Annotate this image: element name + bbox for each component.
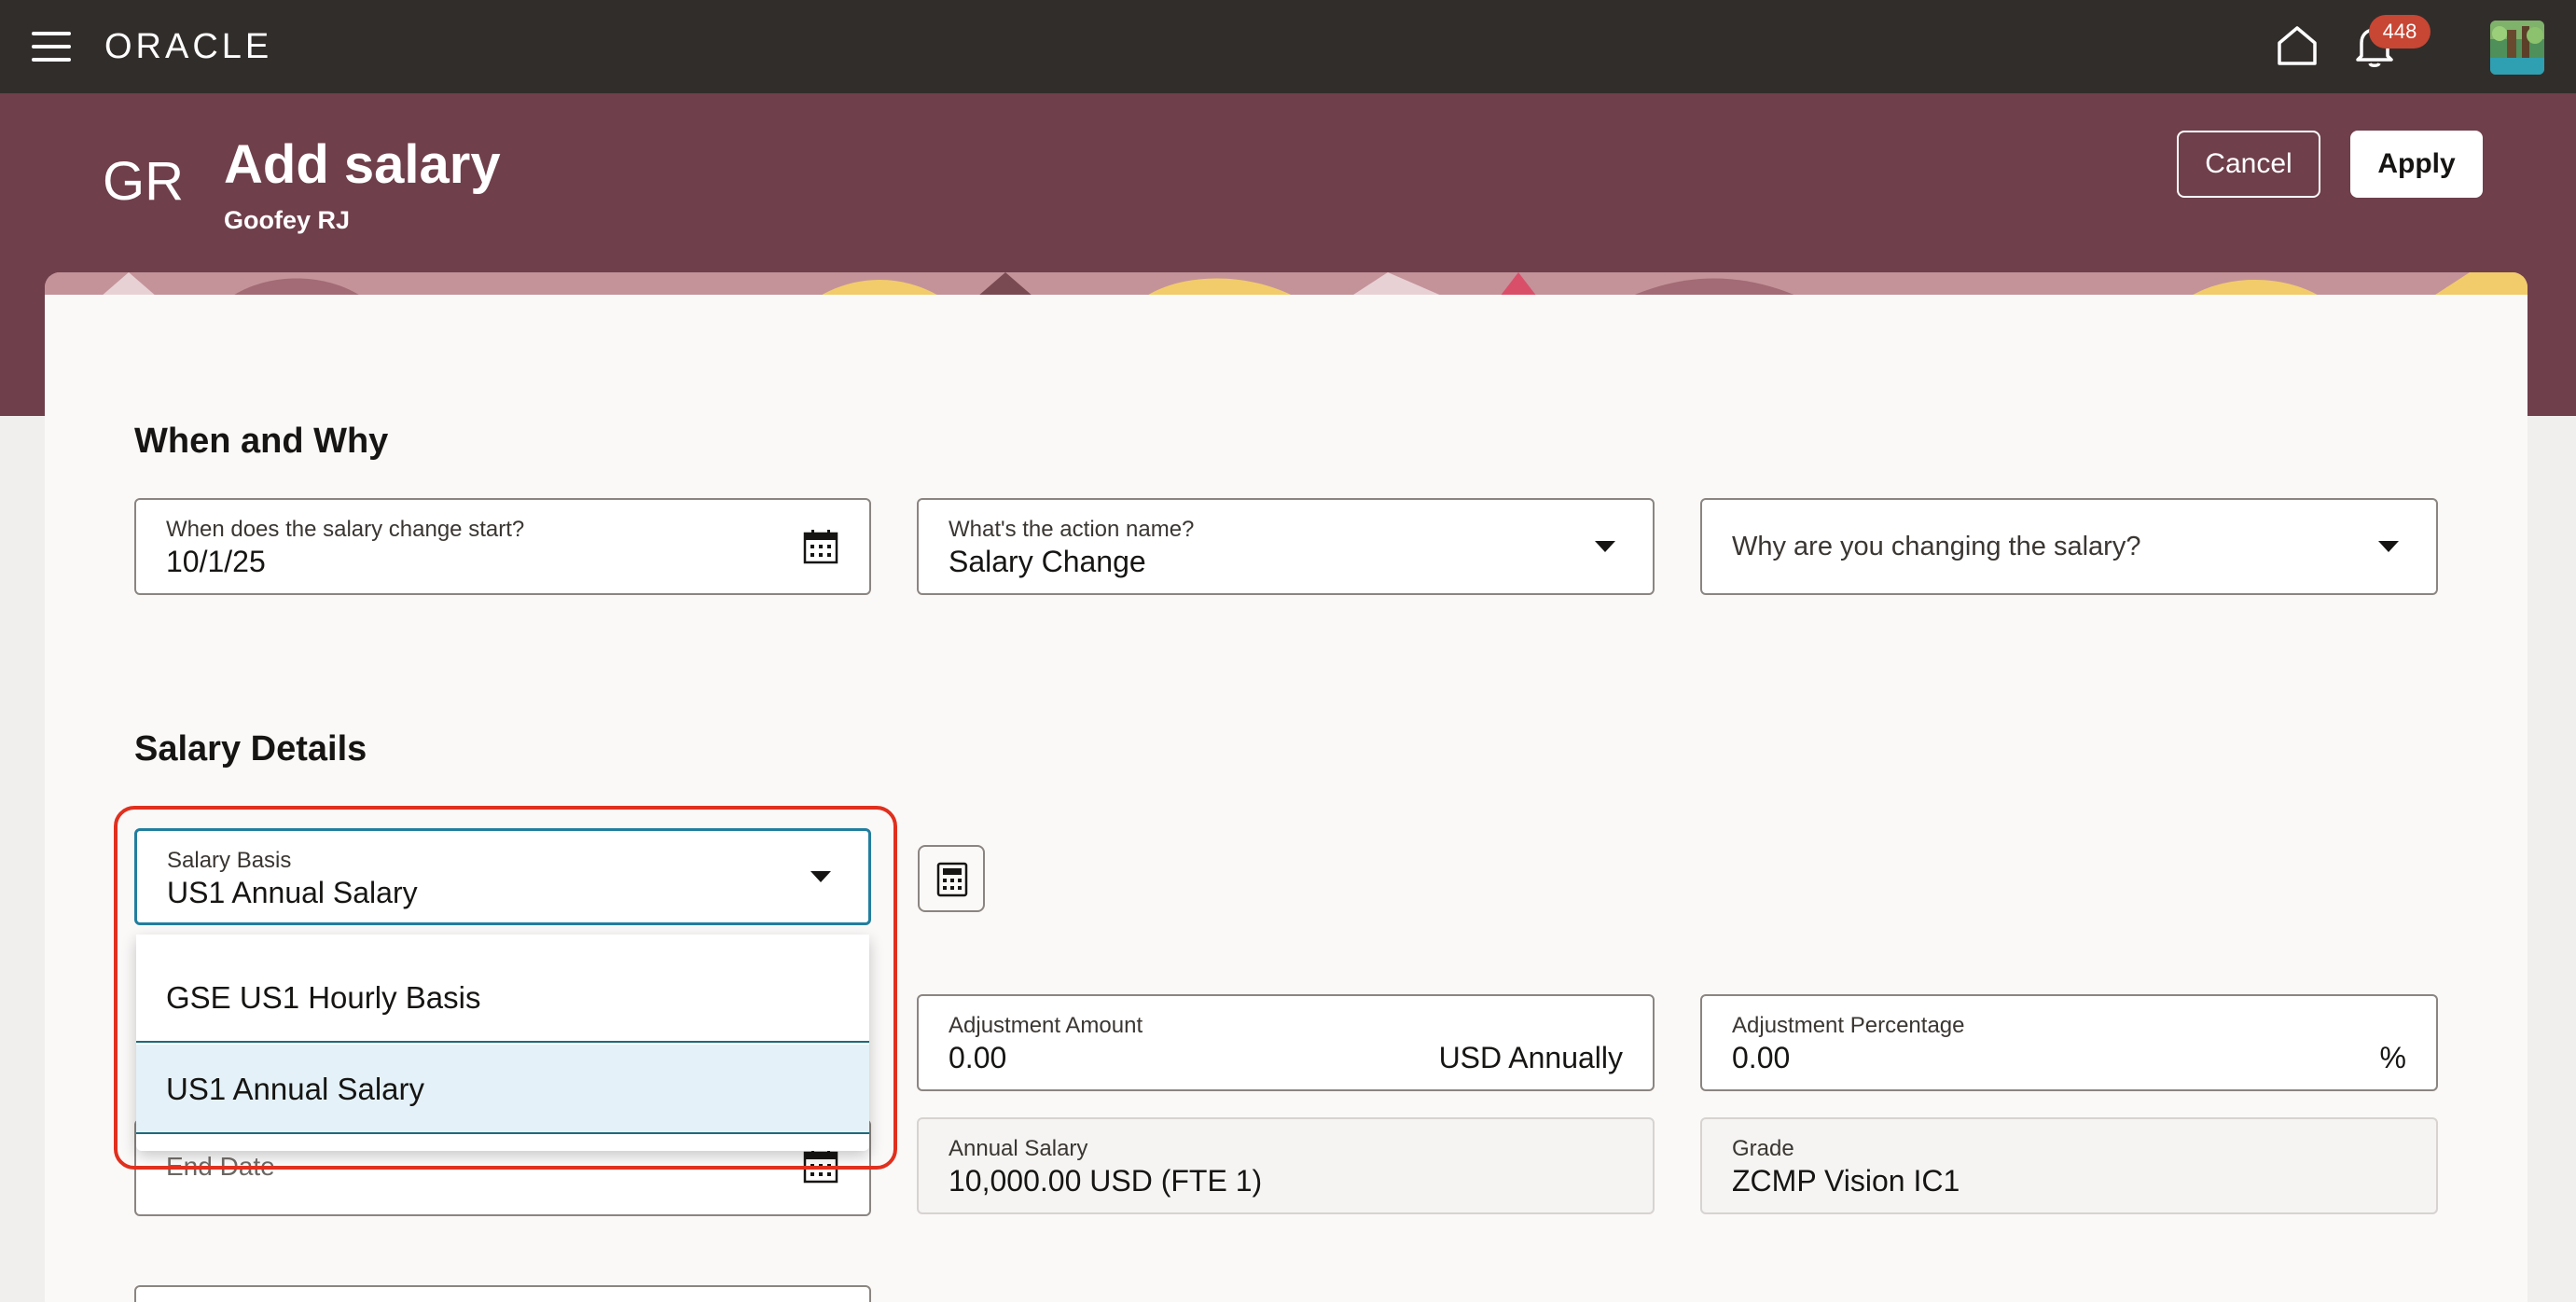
salary-basis-select[interactable]: Salary Basis US1 Annual Salary (134, 828, 871, 925)
percent-symbol: % (2379, 1041, 2406, 1074)
adjustment-amount-value: 0.00 (949, 1041, 1007, 1074)
action-name-select[interactable]: What's the action name? Salary Change (917, 498, 1655, 595)
apply-button[interactable]: Apply (2350, 131, 2483, 198)
calendar-icon[interactable] (802, 1147, 839, 1184)
oracle-logo: ORACLE (104, 27, 273, 66)
salary-basis-label: Salary Basis (167, 848, 292, 873)
salary-basis-value: US1 Annual Salary (167, 876, 418, 909)
start-date-label: When does the salary change start? (166, 517, 525, 542)
adjustment-percentage-label: Adjustment Percentage (1732, 1013, 1965, 1038)
adjustment-amount-unit: USD Annually (1438, 1041, 1623, 1074)
reason-select[interactable]: Why are you changing the salary? (1700, 498, 2438, 595)
page-title: Add salary (224, 134, 501, 195)
action-name-label: What's the action name? (949, 517, 1195, 542)
hamburger-menu-icon[interactable] (32, 32, 71, 62)
section-title-when-why: When and Why (134, 422, 389, 461)
home-icon[interactable] (2276, 24, 2319, 67)
grade-value: ZCMP Vision IC1 (1732, 1164, 1960, 1198)
end-date-label: End Date (166, 1152, 275, 1181)
avatar[interactable] (2490, 21, 2544, 75)
adjustment-amount-label: Adjustment Amount (949, 1013, 1143, 1038)
grade-field: Grade ZCMP Vision IC1 (1700, 1117, 2438, 1214)
adjustment-percentage-field[interactable]: Adjustment Percentage 0.00 % (1700, 994, 2438, 1091)
adjustment-percentage-value: 0.00 (1732, 1041, 1791, 1074)
adjustment-amount-field[interactable]: Adjustment Amount 0.00 USD Annually (917, 994, 1655, 1091)
decorative-banner (45, 272, 2528, 297)
next-field[interactable] (134, 1285, 871, 1302)
start-date-field[interactable]: When does the salary change start? 10/1/… (134, 498, 871, 595)
salary-basis-dropdown-list: GSE US1 Hourly Basis US1 Annual Salary (136, 935, 869, 1151)
notification-count-badge[interactable]: 448 (2369, 15, 2431, 48)
start-date-value: 10/1/25 (166, 545, 266, 578)
option-gse-us1-hourly-basis[interactable]: GSE US1 Hourly Basis (136, 953, 869, 1043)
person-initials: GR (103, 151, 184, 212)
cancel-button[interactable]: Cancel (2177, 131, 2320, 198)
annual-salary-field: Annual Salary 10,000.00 USD (FTE 1) (917, 1117, 1655, 1214)
reason-placeholder: Why are you changing the salary? (1732, 531, 2141, 561)
calculator-button[interactable] (918, 845, 985, 912)
section-title-salary-details: Salary Details (134, 729, 367, 769)
chevron-down-icon[interactable] (1595, 541, 1615, 552)
person-name: Goofey RJ (224, 206, 351, 234)
chevron-down-icon[interactable] (810, 871, 831, 882)
calendar-icon[interactable] (802, 528, 839, 565)
grade-label: Grade (1732, 1136, 1794, 1161)
option-us1-annual-salary[interactable]: US1 Annual Salary (136, 1045, 869, 1134)
annual-salary-label: Annual Salary (949, 1136, 1088, 1161)
calculator-icon (936, 862, 968, 897)
chevron-down-icon[interactable] (2378, 541, 2399, 552)
action-name-value: Salary Change (949, 545, 1146, 578)
annual-salary-value: 10,000.00 USD (FTE 1) (949, 1164, 1263, 1198)
top-bar: ORACLE 448 (0, 0, 2576, 93)
